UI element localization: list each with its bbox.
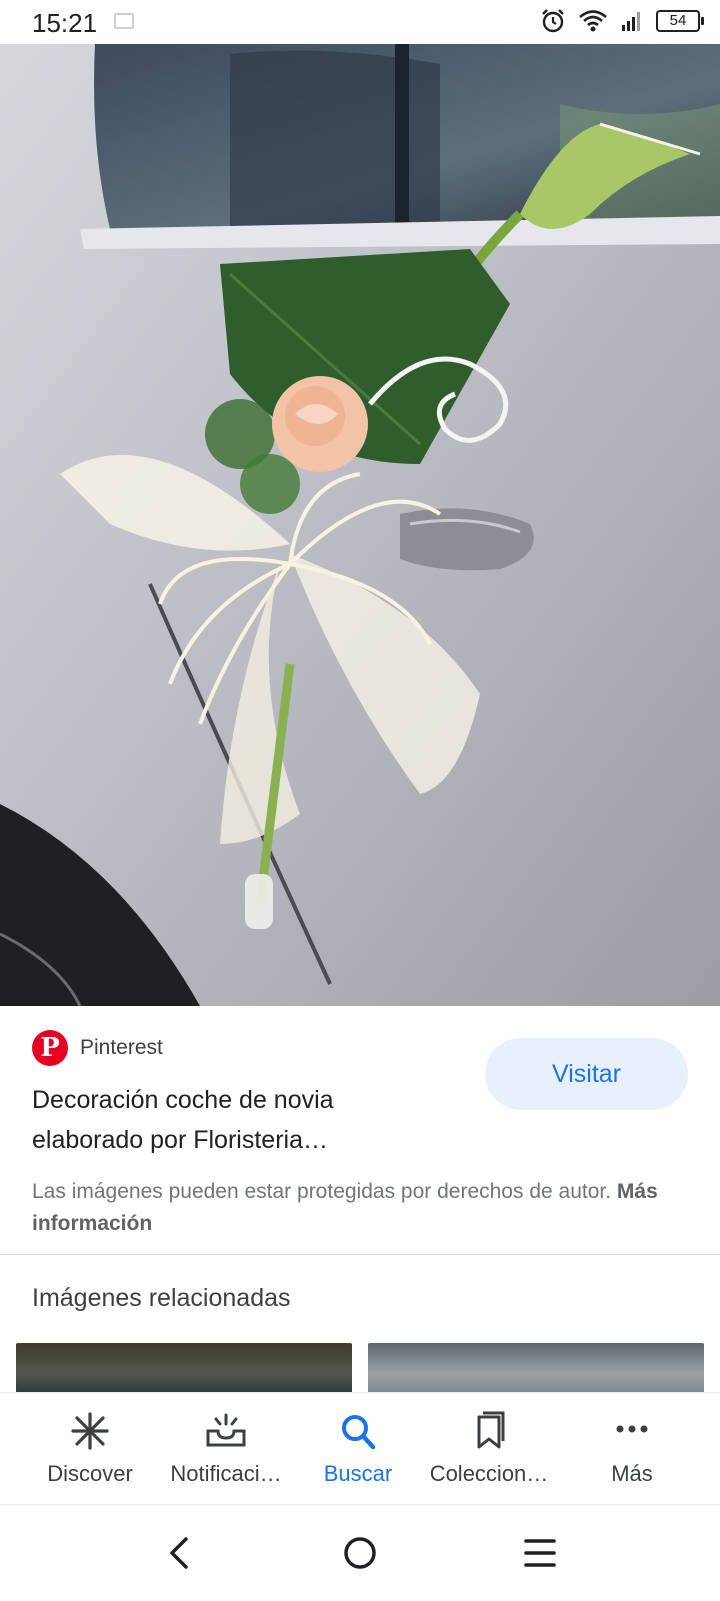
copyright-text: Las imágenes pueden estar protegidas por… <box>32 1180 612 1203</box>
recents-menu-icon[interactable] <box>510 1527 570 1579</box>
nav-item-discover[interactable]: Discover <box>18 1393 162 1505</box>
nav-item-search[interactable]: Buscar <box>286 1393 430 1505</box>
alarm-icon <box>542 9 564 33</box>
back-icon[interactable] <box>150 1527 210 1579</box>
nav-item-collections[interactable]: Coleccion… <box>414 1393 564 1505</box>
home-icon[interactable] <box>330 1527 390 1579</box>
asterisk-icon <box>71 1412 109 1450</box>
copyright-notice: Las imágenes pueden estar protegidas por… <box>32 1176 692 1240</box>
battery-indicator: 54 <box>656 10 704 32</box>
result-image[interactable] <box>0 44 720 1006</box>
car-door-flower-illustration <box>0 44 720 1006</box>
nav-label-collections: Coleccion… <box>429 1461 549 1486</box>
pinterest-logo-icon: P <box>32 1030 68 1066</box>
divider <box>0 1254 720 1255</box>
nav-label-more: Más <box>611 1461 653 1486</box>
nav-item-more[interactable]: Más <box>560 1393 704 1505</box>
nav-label-notifications: Notificaci… <box>170 1461 282 1486</box>
more-icon <box>616 1425 648 1433</box>
result-title-line1: Decoración coche de novia <box>32 1086 334 1114</box>
image-notification-icon <box>114 13 134 29</box>
status-bar: 15:21 54 <box>0 0 720 44</box>
result-title[interactable]: Decoración coche de novia elaborado por … <box>32 1080 452 1160</box>
related-image-thumbnail[interactable] <box>16 1343 352 1393</box>
notification-tray-icon <box>206 1413 246 1447</box>
related-image-thumbnail[interactable] <box>368 1343 704 1393</box>
source-row[interactable]: P Pinterest <box>32 1030 163 1066</box>
source-name: Pinterest <box>80 1036 163 1059</box>
signal-icon <box>622 12 640 31</box>
wifi-icon <box>579 10 607 32</box>
collections-icon <box>477 1411 505 1449</box>
status-time: 15:21 <box>32 8 98 38</box>
result-title-line2: elaborado por Floristeria… <box>32 1126 328 1154</box>
visit-button[interactable]: Visitar <box>485 1038 688 1110</box>
bottom-navigation: Discover Notificaci… Buscar Coleccion… M… <box>0 1392 720 1505</box>
related-images-title: Imágenes relacionadas <box>32 1284 291 1312</box>
status-icons: 54 <box>540 8 704 34</box>
nav-label-search: Buscar <box>323 1461 393 1486</box>
nav-label-discover: Discover <box>47 1461 133 1486</box>
search-icon <box>342 1415 376 1450</box>
nav-item-notifications[interactable]: Notificaci… <box>150 1393 302 1505</box>
system-navigation-bar <box>0 1504 720 1601</box>
